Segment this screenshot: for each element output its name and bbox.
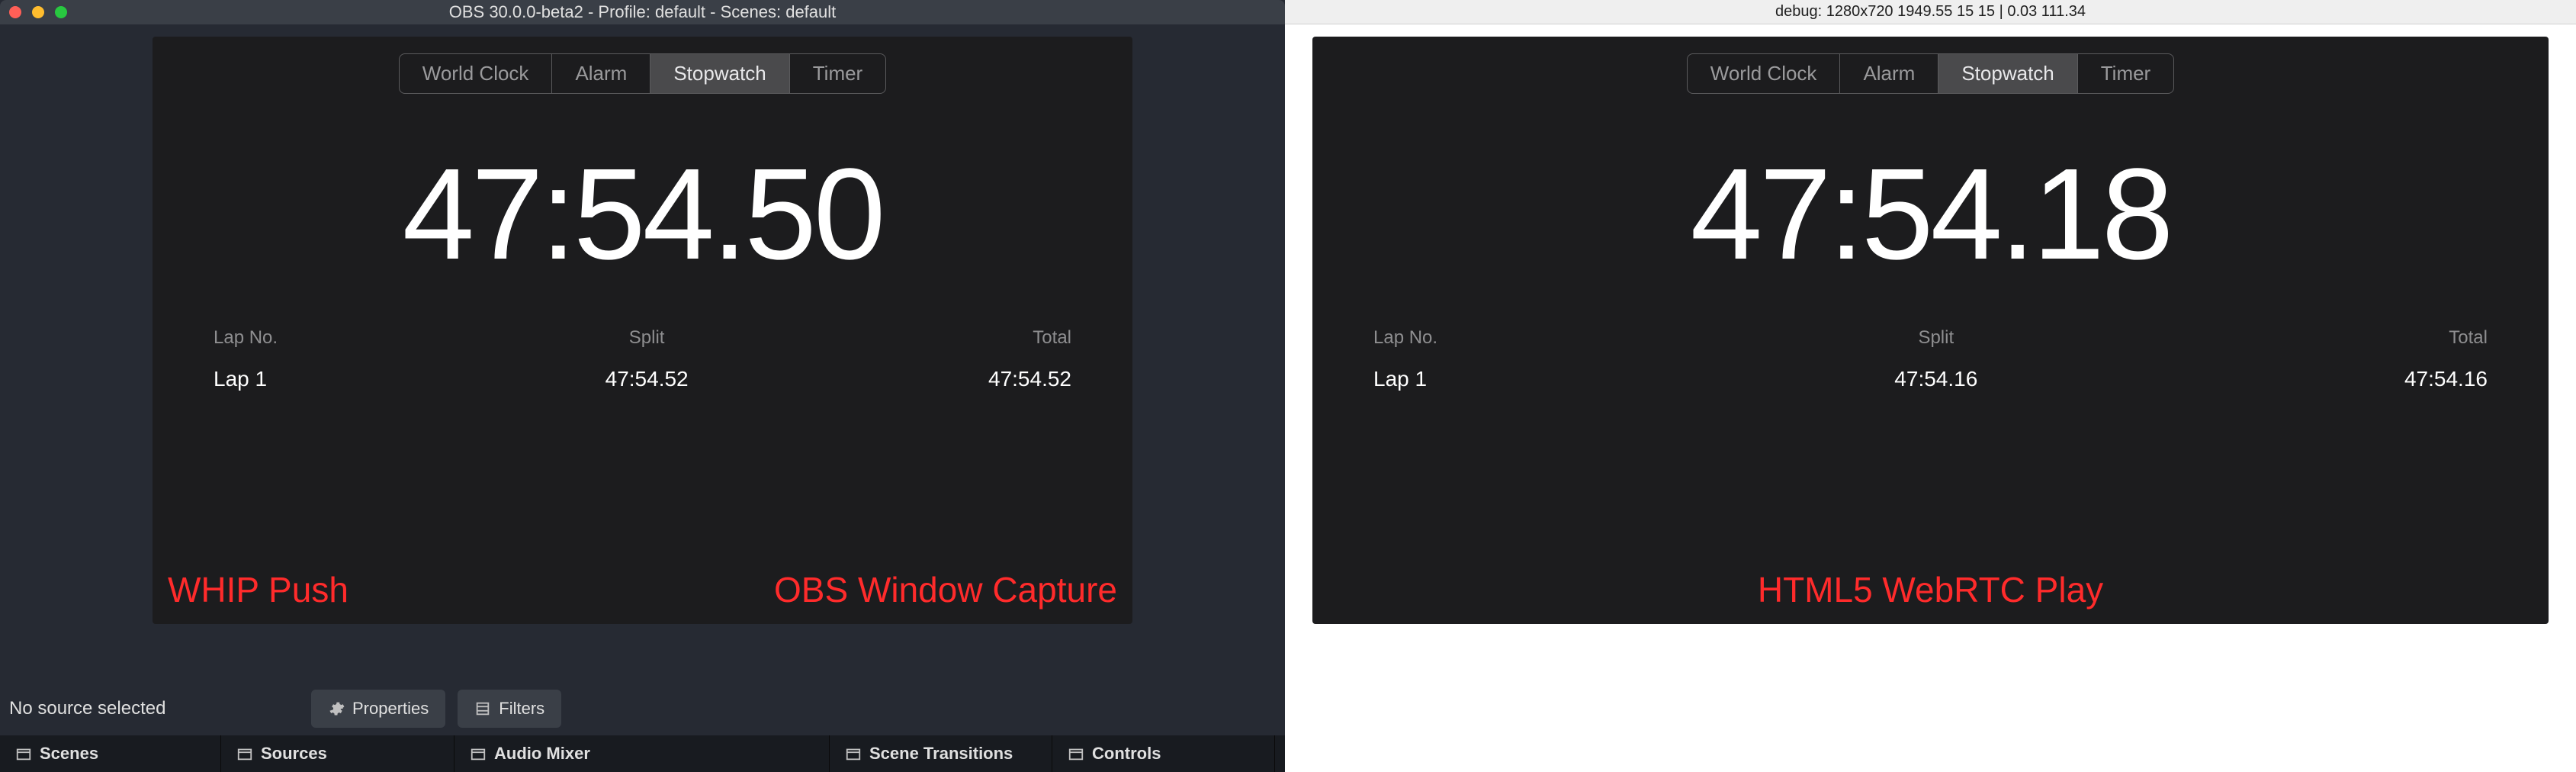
lap-row: Lap 1 47:54.52 47:54.52 (214, 356, 1071, 402)
debug-title: debug: 1280x720 1949.55 15 15 | 0.03 111… (1775, 3, 2086, 21)
lap-no: Lap 1 (214, 367, 506, 391)
col-split: Split (506, 327, 789, 349)
properties-button[interactable]: Properties (311, 690, 445, 728)
lap-split: 47:54.52 (506, 367, 789, 391)
stopwatch-time: 47:54.18 (1312, 140, 2549, 289)
source-toolbar: No source selected Properties Filters (0, 682, 1285, 735)
player-content: World Clock Alarm Stopwatch Timer 47:54.… (1285, 24, 2576, 636)
tab-alarm[interactable]: Alarm (1839, 54, 1938, 93)
filters-button[interactable]: Filters (458, 690, 561, 728)
close-icon[interactable] (9, 6, 21, 18)
captured-stopwatch-view: World Clock Alarm Stopwatch Timer 47:54.… (153, 37, 1132, 624)
lap-header: Lap No. Split Total (1373, 320, 2488, 356)
maximize-icon[interactable] (55, 6, 67, 18)
tab-world-clock[interactable]: World Clock (1688, 54, 1840, 93)
mode-tabs: World Clock Alarm Stopwatch Timer (153, 37, 1132, 117)
lap-header: Lap No. Split Total (214, 320, 1071, 356)
dock-scenes[interactable]: Scenes (0, 735, 221, 772)
stopwatch-time: 47:54.50 (153, 140, 1132, 289)
mode-tabs: World Clock Alarm Stopwatch Timer (1312, 37, 2549, 117)
col-total: Total (2120, 327, 2488, 349)
gear-icon (328, 700, 345, 717)
annotation-whip-push: WHIP Push (168, 569, 348, 610)
dock-sources[interactable]: Sources (221, 735, 454, 772)
bottom-docks: Scenes Sources Audio Mixer Scene Transit… (0, 735, 1285, 772)
filters-label: Filters (499, 699, 544, 719)
window-title: OBS 30.0.0-beta2 - Profile: default - Sc… (449, 2, 837, 22)
minimize-icon[interactable] (32, 6, 44, 18)
player-window: debug: 1280x720 1949.55 15 15 | 0.03 111… (1285, 0, 2576, 772)
dock-sources-label: Sources (261, 744, 327, 764)
col-split: Split (1752, 327, 2120, 349)
properties-label: Properties (352, 699, 429, 719)
tab-stopwatch[interactable]: Stopwatch (1938, 54, 2077, 93)
tab-timer[interactable]: Timer (789, 54, 885, 93)
lap-split: 47:54.16 (1752, 367, 2120, 391)
lap-total: 47:54.16 (2120, 367, 2488, 391)
titlebar: OBS 30.0.0-beta2 - Profile: default - Sc… (0, 0, 1285, 24)
lap-table: Lap No. Split Total Lap 1 47:54.52 47:54… (214, 320, 1071, 402)
tab-alarm[interactable]: Alarm (551, 54, 650, 93)
lap-no: Lap 1 (1373, 367, 1752, 391)
lap-row: Lap 1 47:54.16 47:54.16 (1373, 356, 2488, 402)
dock-audio-label: Audio Mixer (494, 744, 590, 764)
col-lap-no: Lap No. (1373, 327, 1752, 349)
dock-scenes-label: Scenes (40, 744, 98, 764)
obs-window: OBS 30.0.0-beta2 - Profile: default - Sc… (0, 0, 1285, 772)
dock-icon (1068, 745, 1084, 762)
dock-controls-label: Controls (1092, 744, 1161, 764)
dock-controls[interactable]: Controls (1052, 735, 1275, 772)
col-lap-no: Lap No. (214, 327, 506, 349)
annotation-webrtc-play: HTML5 WebRTC Play (1758, 569, 2103, 610)
dock-transitions-label: Scene Transitions (869, 744, 1013, 764)
annotation-obs-capture: OBS Window Capture (774, 569, 1117, 610)
no-source-label: No source selected (9, 698, 299, 719)
dock-icon (15, 745, 32, 762)
dock-icon (470, 745, 487, 762)
debug-titlebar: debug: 1280x720 1949.55 15 15 | 0.03 111… (1285, 0, 2576, 24)
tab-stopwatch[interactable]: Stopwatch (650, 54, 789, 93)
dock-icon (845, 745, 862, 762)
col-total: Total (789, 327, 1071, 349)
tab-timer[interactable]: Timer (2077, 54, 2173, 93)
traffic-lights (9, 6, 67, 18)
lap-table: Lap No. Split Total Lap 1 47:54.16 47:54… (1373, 320, 2488, 402)
dock-audio-mixer[interactable]: Audio Mixer (454, 735, 830, 772)
filter-icon (474, 700, 491, 717)
dock-scene-transitions[interactable]: Scene Transitions (830, 735, 1052, 772)
tab-world-clock[interactable]: World Clock (400, 54, 552, 93)
player-stopwatch-view: World Clock Alarm Stopwatch Timer 47:54.… (1312, 37, 2549, 624)
lap-total: 47:54.52 (789, 367, 1071, 391)
dock-icon (236, 745, 253, 762)
